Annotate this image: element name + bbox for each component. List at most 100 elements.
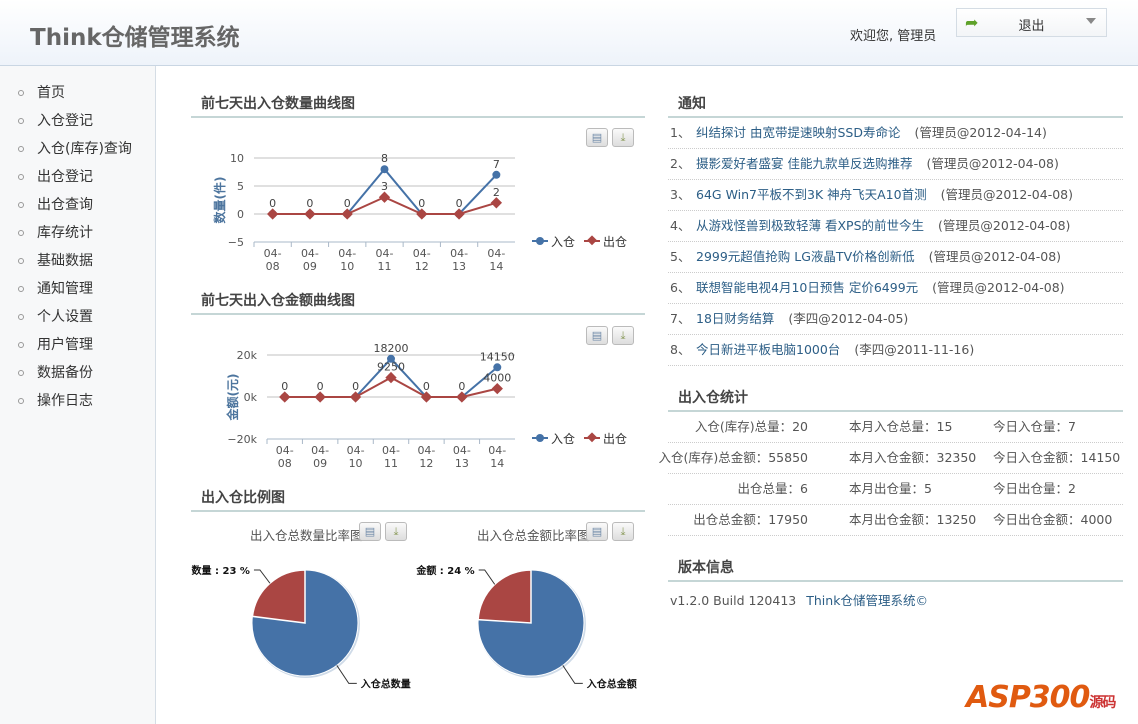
data-label: 2: [493, 186, 500, 199]
data-point: [490, 197, 503, 209]
data-point: [491, 382, 503, 395]
notice-meta: (管理员@2012-04-08): [932, 280, 1065, 295]
y-axis-label: 金额(元): [225, 374, 240, 422]
x-tick-label: 13: [455, 457, 469, 470]
notice-meta: (管理员@2012-04-08): [940, 187, 1073, 202]
notice-link[interactable]: 摄影爱好者盛宴 佳能九款单反选购推荐: [696, 156, 912, 171]
pie-connector: [562, 665, 583, 684]
notice-meta: (李四@2011-11-16): [854, 342, 975, 357]
x-tick-label: 04-: [338, 247, 356, 260]
data-label: 18200: [374, 342, 409, 355]
stat-value: 今日出仓金额：4000: [993, 512, 1113, 527]
stat-value: 今日出仓量：2: [993, 481, 1076, 496]
charts-canvas: 1050−5数量(件)04-0804-0904-1004-1104-1204-1…: [192, 152, 637, 690]
y-tick-label: −20k: [227, 433, 257, 446]
x-tick-label: 10: [349, 457, 363, 470]
notice-title: 通知: [668, 93, 1123, 118]
y-tick-label: 20k: [237, 349, 258, 362]
stat-value: 今日入仓量：7: [993, 419, 1076, 434]
x-tick-label: 12: [415, 260, 429, 273]
data-label: 7: [493, 158, 500, 171]
notice-link[interactable]: 从游戏怪兽到极致轻薄 看XPS的前世今生: [696, 218, 924, 233]
notice-number: 7、: [670, 311, 691, 326]
stat-value: 出仓总量：6: [737, 481, 808, 496]
data-label: 0: [306, 197, 313, 210]
x-tick-label: 04-: [450, 247, 468, 260]
y-axis-label: 数量(件): [212, 177, 227, 224]
x-tick-label: 04-: [453, 444, 471, 457]
logout-button[interactable]: ➦ 退出: [956, 8, 1107, 37]
stat-row: 入仓(库存)总量：20 本月入仓总量：15 今日入仓量：7: [668, 412, 1123, 443]
stat-value: 本月入仓金额：32350: [849, 450, 977, 465]
notice-link[interactable]: 18日财务结算: [696, 311, 774, 326]
notice-meta: (管理员@2012-04-08): [928, 249, 1062, 264]
data-label: 9250: [377, 361, 405, 374]
y-tick-label: −5: [228, 236, 244, 249]
x-tick-label: 11: [378, 260, 392, 273]
legend-marker: [536, 237, 544, 245]
pie-slice: [251, 569, 306, 624]
pie-label: 入仓总金额: [587, 677, 637, 690]
notice-link[interactable]: 今日新进平板电脑1000台: [696, 342, 840, 357]
legend-label: 入仓: [551, 235, 575, 249]
chevron-down-icon[interactable]: [1086, 18, 1096, 24]
pie-label: 数量 : 23 %: [192, 564, 250, 577]
data-point: [314, 391, 326, 403]
notice-item: 7、 18日财务结算 (李四@2012-04-05): [668, 304, 1123, 335]
data-point: [385, 371, 397, 384]
stat-row: 出仓总金额：17950 本月出仓金额：13250 今日出仓金额：4000: [668, 505, 1123, 536]
notice-number: 8、: [670, 342, 691, 357]
notice-link[interactable]: 2999元超值抢购 LG液晶TV价格创新低: [696, 249, 915, 264]
data-label: 8: [381, 152, 388, 165]
stat-value: 本月出仓金额：13250: [849, 512, 977, 527]
notice-number: 3、: [670, 187, 691, 202]
pie-label: 入仓总数量: [361, 677, 411, 690]
notice-item: 8、 今日新进平板电脑1000台 (李四@2011-11-16): [668, 335, 1123, 366]
x-tick-label: 04-: [376, 247, 394, 260]
build-text: v1.2.0 Build 120413: [670, 593, 797, 608]
legend-label: 出仓: [603, 432, 627, 446]
notice-link[interactable]: 联想智能电视4月10日预售 定价6499元: [696, 280, 918, 295]
x-tick-label: 04-: [264, 247, 282, 260]
product-link[interactable]: Think仓储管理系统©: [806, 593, 928, 608]
data-label: 0: [418, 197, 425, 210]
notice-link[interactable]: 纠结探讨 由宽带提速映射SSD寿命论: [696, 125, 900, 140]
x-tick-label: 09: [303, 260, 317, 273]
notice-link[interactable]: 64G Win7平板不到3K 神舟飞天A10首测: [696, 187, 927, 202]
y-tick-label: 5: [237, 180, 244, 193]
data-point: [378, 191, 391, 203]
stat-row: 入仓(库存)总金额：55850 本月入仓金额：32350 今日入仓金额：14150: [658, 443, 1123, 474]
data-point: [266, 208, 279, 220]
notice-item: 2、 摄影爱好者盛宴 佳能九款单反选购推荐 (管理员@2012-04-08): [668, 149, 1123, 180]
pie-connector: [253, 569, 271, 584]
x-tick-label: 04-: [301, 247, 319, 260]
x-tick-label: 14: [490, 457, 504, 470]
data-point: [304, 208, 316, 220]
notice-item: 1、 纠结探讨 由宽带提速映射SSD寿命论 (管理员@2012-04-14): [668, 118, 1123, 149]
notice-number: 4、: [670, 218, 691, 233]
version-info: v1.2.0 Build 120413 Think仓储管理系统©: [670, 590, 928, 609]
data-label: 0: [281, 380, 288, 393]
x-tick-label: 04-: [488, 444, 506, 457]
x-tick-label: 08: [278, 457, 292, 470]
legend-marker: [536, 434, 544, 442]
data-point: [380, 165, 389, 174]
data-point: [492, 170, 501, 179]
data-label: 0: [352, 380, 359, 393]
pie-label: 金额 : 24 %: [415, 564, 474, 577]
legend-marker: [587, 235, 597, 246]
data-label: 0: [458, 380, 465, 393]
y-tick-label: 10: [230, 152, 244, 165]
notice-meta: (李四@2012-04-05): [788, 311, 909, 326]
data-label: 0: [269, 197, 276, 210]
notice-meta: (管理员@2012-04-08): [938, 218, 1071, 233]
notice-item: 3、 64G Win7平板不到3K 神舟飞天A10首测 (管理员@2012-04-0…: [668, 180, 1123, 211]
x-tick-label: 14: [489, 260, 503, 273]
notice-meta: (管理员@2012-04-14): [914, 125, 1047, 140]
x-tick-label: 04-: [417, 444, 435, 457]
data-label: 4000: [483, 372, 511, 385]
notice-number: 1、: [670, 125, 691, 140]
pie-slice: [477, 569, 532, 624]
notice-number: 5、: [670, 249, 691, 264]
version-title: 版本信息: [668, 557, 1123, 582]
